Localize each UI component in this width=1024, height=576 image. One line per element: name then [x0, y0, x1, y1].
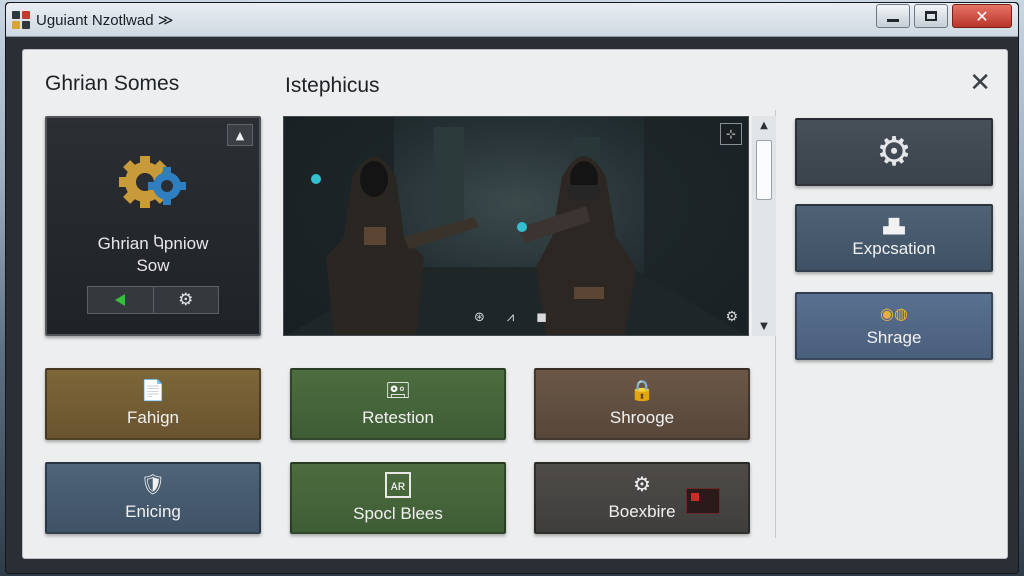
chart-icon[interactable]: ⩘	[507, 310, 514, 325]
maximize-icon	[925, 11, 937, 21]
play-button[interactable]	[88, 287, 153, 313]
minimize-icon	[887, 18, 899, 22]
viewer-settings-icon[interactable]: ⚙	[725, 309, 738, 325]
side-tile-label: Expcsation	[852, 238, 936, 258]
stop-icon[interactable]: ◼	[536, 310, 547, 325]
window-controls: ✕	[876, 4, 1012, 28]
settings-icon: ⚙	[633, 474, 651, 496]
tile-fahign[interactable]: 📄 Fahign	[45, 368, 261, 440]
minimize-button[interactable]	[876, 4, 910, 28]
viewer-toolbar: ⊛ ⩘ ◼	[474, 310, 547, 325]
tile-label: Retestion	[362, 408, 434, 427]
scroll-thumb[interactable]	[756, 140, 772, 200]
scroll-up-icon[interactable]: ▲	[752, 120, 776, 131]
close-icon: ✕	[975, 6, 989, 26]
tile-label: Fahign	[127, 408, 179, 427]
tile-label: Shrooge	[609, 408, 675, 427]
ar-icon: ᴀʀ	[384, 472, 412, 498]
profile-name: Ghrian Ⴉpniow Sow	[47, 233, 259, 277]
side-tile-shrage[interactable]: ◉◍ Shrage	[795, 292, 993, 360]
tile-label: Enicing	[125, 502, 181, 521]
viewer-title: Istephicus	[285, 74, 380, 97]
gear-icon: ⚙	[876, 130, 912, 174]
viewer-scrollbar[interactable]: ▲ ▼	[752, 116, 776, 336]
scroll-down-icon[interactable]: ▼	[752, 321, 776, 332]
settings-button[interactable]: ⚙	[152, 287, 218, 313]
side-tile-label: Shrage	[866, 328, 922, 347]
chart-bars-icon: ▟▙	[883, 217, 905, 234]
shield-icon: 🛡	[140, 474, 166, 496]
title-bar[interactable]: Uguiant Nzotlwad ≫ ✕	[6, 3, 1018, 37]
document-icon: 📄	[140, 380, 166, 402]
lock-icon: 🔒	[629, 380, 655, 402]
side-tile-settings[interactable]: ⚙	[795, 118, 993, 186]
tile-spocl-blees[interactable]: ᴀʀ Spocl Blees	[290, 462, 506, 534]
tile-boexbire[interactable]: ⚙ Boexbire	[534, 462, 750, 534]
monitor-icon: 🖭	[386, 380, 410, 402]
fullscreen-button[interactable]: ⊹	[720, 123, 742, 145]
apps-icon: ◉◍	[880, 306, 908, 323]
profile-name-line1: Ghrian Ⴉpniow	[97, 234, 209, 253]
image-viewer[interactable]: ⊹ ⊛ ⩘ ◼ ⚙	[283, 116, 749, 336]
artwork-image	[284, 117, 748, 335]
alert-badge-icon	[686, 488, 720, 514]
target-icon[interactable]: ⊛	[474, 310, 485, 325]
maximize-button[interactable]	[914, 4, 948, 28]
tile-enicing[interactable]: 🛡 Enicing	[45, 462, 261, 534]
tile-retestion[interactable]: 🖭 Retestion	[290, 368, 506, 440]
profile-controls: ⚙	[87, 286, 219, 314]
tile-shrooge[interactable]: 🔒 Shrooge	[534, 368, 750, 440]
close-window-button[interactable]: ✕	[952, 4, 1012, 28]
main-panel: Ghrian Somes Istephicus ✕ ▲ Ghrian Ⴉpnio…	[22, 49, 1008, 559]
gear-icon: ⚙	[178, 290, 194, 310]
panel-close-button[interactable]: ✕	[969, 68, 991, 98]
window-title: Uguiant Nzotlwad ≫	[36, 12, 174, 29]
app-icon	[12, 11, 30, 29]
section-title: Ghrian Somes	[45, 72, 180, 95]
collapse-button[interactable]: ▲	[227, 124, 253, 146]
app-window: Uguiant Nzotlwad ≫ ✕ Ghrian Somes Isteph…	[5, 2, 1019, 574]
profile-card[interactable]: ▲ Ghrian Ⴉpniow Sow ⚙	[45, 116, 261, 336]
side-tile-expcsation[interactable]: ▟▙ Expcsation	[795, 204, 993, 272]
play-icon	[115, 294, 126, 306]
tile-label: Spocl Blees	[353, 504, 443, 523]
profile-name-line2: Sow	[136, 256, 170, 275]
gears-icon	[119, 156, 186, 208]
tile-label: Boexbire	[608, 502, 676, 521]
